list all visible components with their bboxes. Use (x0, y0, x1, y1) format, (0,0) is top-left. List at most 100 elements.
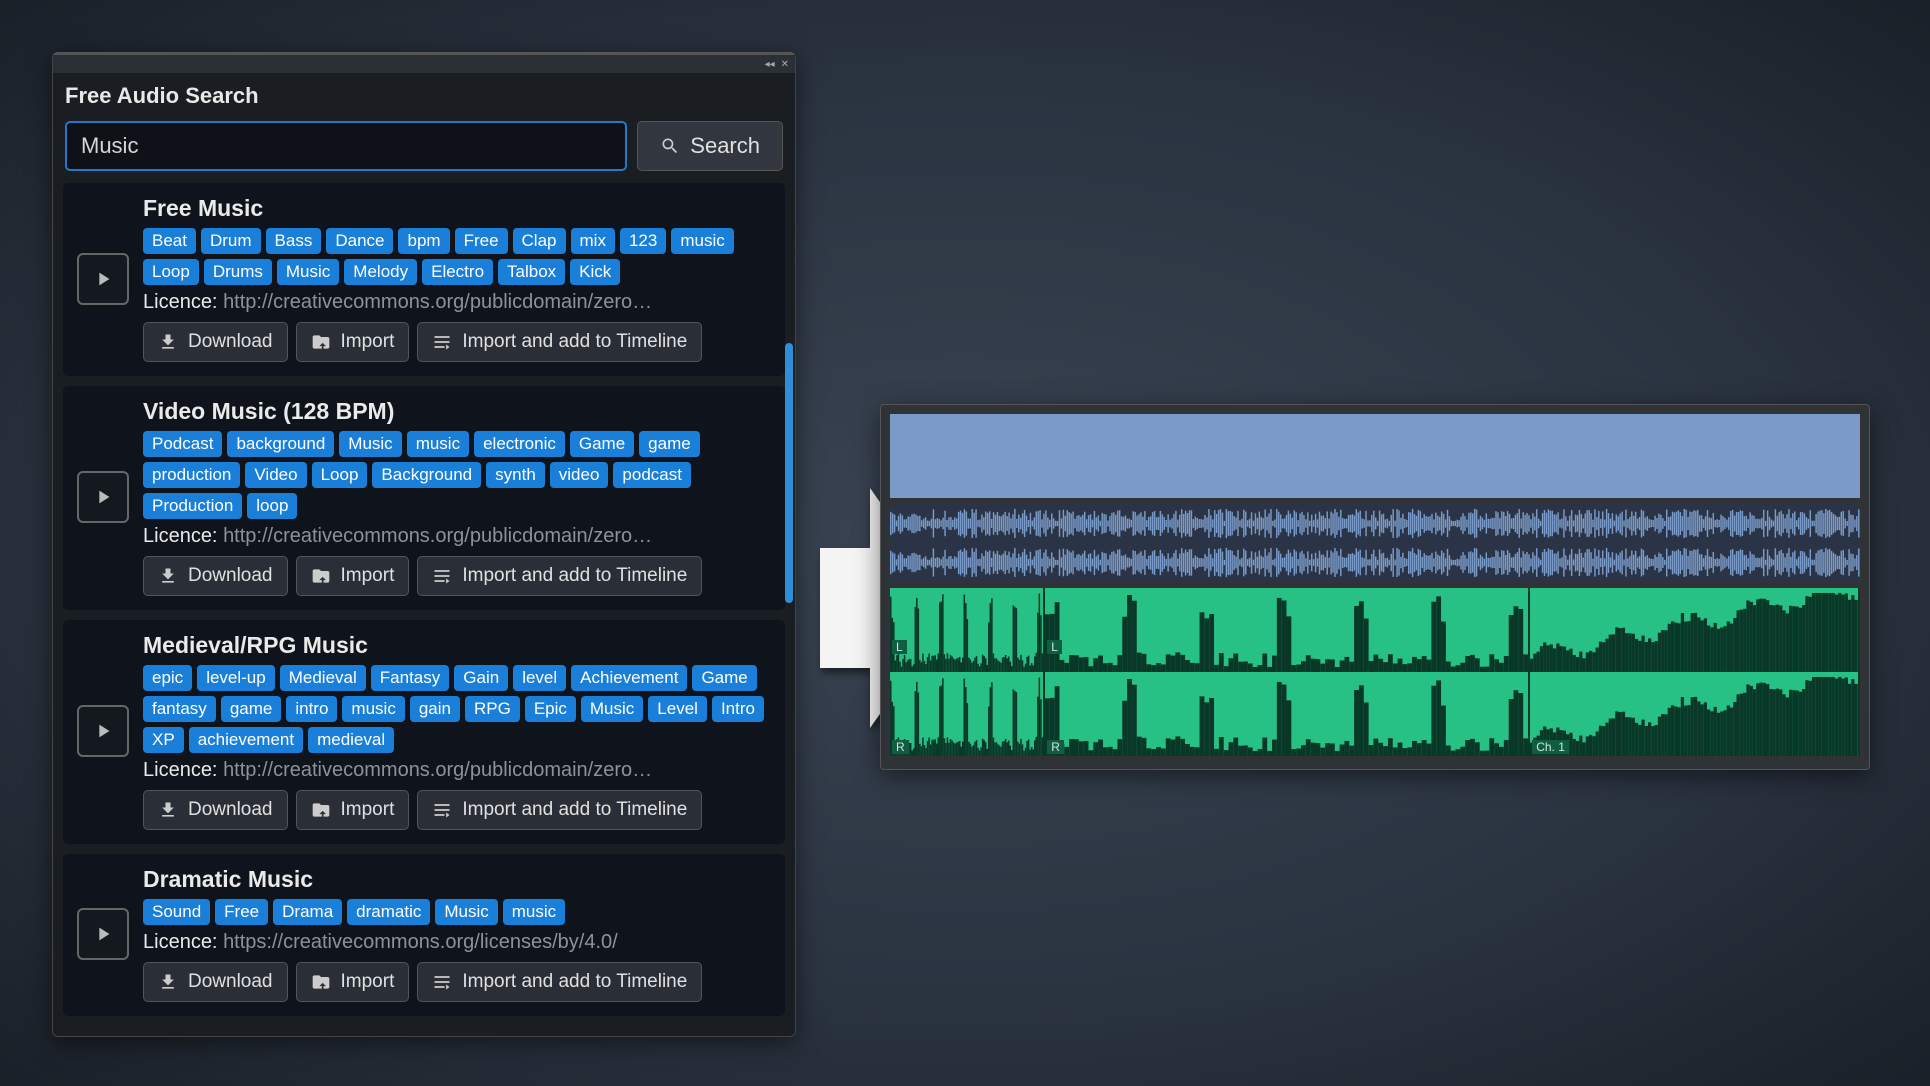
download-button[interactable]: Download (143, 790, 288, 830)
tag[interactable]: Podcast (143, 431, 222, 457)
tag[interactable]: game (221, 696, 282, 722)
tag[interactable]: Clap (513, 228, 566, 254)
tag[interactable]: Dance (326, 228, 393, 254)
scrollbar-thumb[interactable] (785, 343, 793, 603)
import-button[interactable]: Import (296, 962, 410, 1002)
tag[interactable]: Drama (273, 899, 342, 925)
tag[interactable]: Electro (422, 259, 493, 285)
tag[interactable]: Drum (201, 228, 261, 254)
tag[interactable]: loop (247, 493, 297, 519)
download-button[interactable]: Download (143, 556, 288, 596)
channel-label-right: R (1047, 740, 1064, 754)
licence-text: Licence: http://creativecommons.org/publ… (143, 759, 771, 782)
result-title: Dramatic Music (143, 866, 771, 893)
tag[interactable]: RPG (465, 696, 520, 722)
import-button[interactable]: Import (296, 322, 410, 362)
tag[interactable]: level (513, 665, 566, 691)
tag[interactable]: electronic (474, 431, 565, 457)
tag[interactable]: Free (215, 899, 268, 925)
import-button[interactable]: Import (296, 790, 410, 830)
tag[interactable]: Background (372, 462, 481, 488)
audio-track-1[interactable] (889, 503, 1861, 583)
tag[interactable]: music (407, 431, 469, 457)
tag[interactable]: 123 (620, 228, 666, 254)
channel-label-ch1: Ch. 1 (1532, 740, 1569, 754)
search-input[interactable] (65, 121, 627, 171)
play-button[interactable] (77, 705, 129, 757)
waveform-icon (890, 504, 1860, 582)
tag[interactable]: Game (692, 665, 756, 691)
waveform-icon (890, 588, 1043, 756)
play-button[interactable] (77, 253, 129, 305)
tag[interactable]: Sound (143, 899, 210, 925)
play-button[interactable] (77, 908, 129, 960)
tag[interactable]: XP (143, 727, 184, 753)
audio-track-2[interactable]: L R L R Ch. 1 (889, 587, 1861, 757)
tag[interactable]: Achievement (571, 665, 687, 691)
tag[interactable]: Epic (525, 696, 576, 722)
tag[interactable]: Music (581, 696, 643, 722)
result-item: Free Music BeatDrumBassDancebpmFreeClapm… (63, 183, 785, 376)
tag[interactable]: Bass (266, 228, 322, 254)
result-title: Video Music (128 BPM) (143, 398, 771, 425)
search-button[interactable]: Search (637, 121, 783, 171)
tag[interactable]: Intro (712, 696, 764, 722)
tag[interactable]: Fantasy (371, 665, 449, 691)
close-icon[interactable]: ✕ (781, 59, 789, 70)
tag[interactable]: Talbox (498, 259, 565, 285)
import-timeline-button[interactable]: Import and add to Timeline (417, 556, 702, 596)
result-item: Video Music (128 BPM) PodcastbackgroundM… (63, 386, 785, 610)
tag[interactable]: level-up (197, 665, 275, 691)
tag[interactable]: intro (286, 696, 337, 722)
tag[interactable]: Level (648, 696, 707, 722)
tag[interactable]: music (503, 899, 565, 925)
tag[interactable]: achievement (189, 727, 303, 753)
tag[interactable]: Medieval (280, 665, 366, 691)
tag[interactable]: Music (339, 431, 401, 457)
tag[interactable]: Kick (570, 259, 620, 285)
play-button[interactable] (77, 471, 129, 523)
tag[interactable]: Drums (204, 259, 272, 285)
tag[interactable]: Free (455, 228, 508, 254)
import-timeline-button[interactable]: Import and add to Timeline (417, 322, 702, 362)
tag[interactable]: production (143, 462, 240, 488)
tag[interactable]: background (227, 431, 334, 457)
tag[interactable]: Beat (143, 228, 196, 254)
import-button[interactable]: Import (296, 556, 410, 596)
tag[interactable]: gain (410, 696, 460, 722)
tag[interactable]: game (639, 431, 700, 457)
channel-label-left: L (1047, 640, 1062, 654)
tag[interactable]: medieval (308, 727, 394, 753)
tag[interactable]: Music (277, 259, 339, 285)
tag[interactable]: bpm (398, 228, 449, 254)
tag[interactable]: Game (570, 431, 634, 457)
tag[interactable]: synth (486, 462, 545, 488)
tag[interactable]: podcast (613, 462, 691, 488)
tag[interactable]: video (550, 462, 609, 488)
tag[interactable]: mix (571, 228, 615, 254)
results-list: Free Music BeatDrumBassDancebpmFreeClapm… (53, 183, 795, 1036)
tag[interactable]: music (671, 228, 733, 254)
result-item: Medieval/RPG Music epiclevel-upMedievalF… (63, 620, 785, 844)
tag-list: epiclevel-upMedievalFantasyGainlevelAchi… (143, 665, 771, 753)
tag[interactable]: Loop (143, 259, 199, 285)
tag[interactable]: Video (245, 462, 306, 488)
tag[interactable]: epic (143, 665, 192, 691)
search-icon (660, 136, 680, 156)
download-button[interactable]: Download (143, 962, 288, 1002)
import-timeline-button[interactable]: Import and add to Timeline (417, 790, 702, 830)
download-button[interactable]: Download (143, 322, 288, 362)
collapse-icon[interactable]: ◂◂ (765, 59, 775, 70)
tag[interactable]: Music (435, 899, 497, 925)
search-button-label: Search (690, 133, 760, 159)
import-timeline-button[interactable]: Import and add to Timeline (417, 962, 702, 1002)
tag[interactable]: dramatic (347, 899, 430, 925)
tag[interactable]: Gain (454, 665, 508, 691)
video-track[interactable] (889, 413, 1861, 499)
tag[interactable]: Melody (344, 259, 417, 285)
tag[interactable]: Loop (312, 462, 368, 488)
panel-title: Free Audio Search (53, 73, 795, 121)
tag[interactable]: fantasy (143, 696, 216, 722)
tag[interactable]: Production (143, 493, 242, 519)
tag[interactable]: music (342, 696, 404, 722)
